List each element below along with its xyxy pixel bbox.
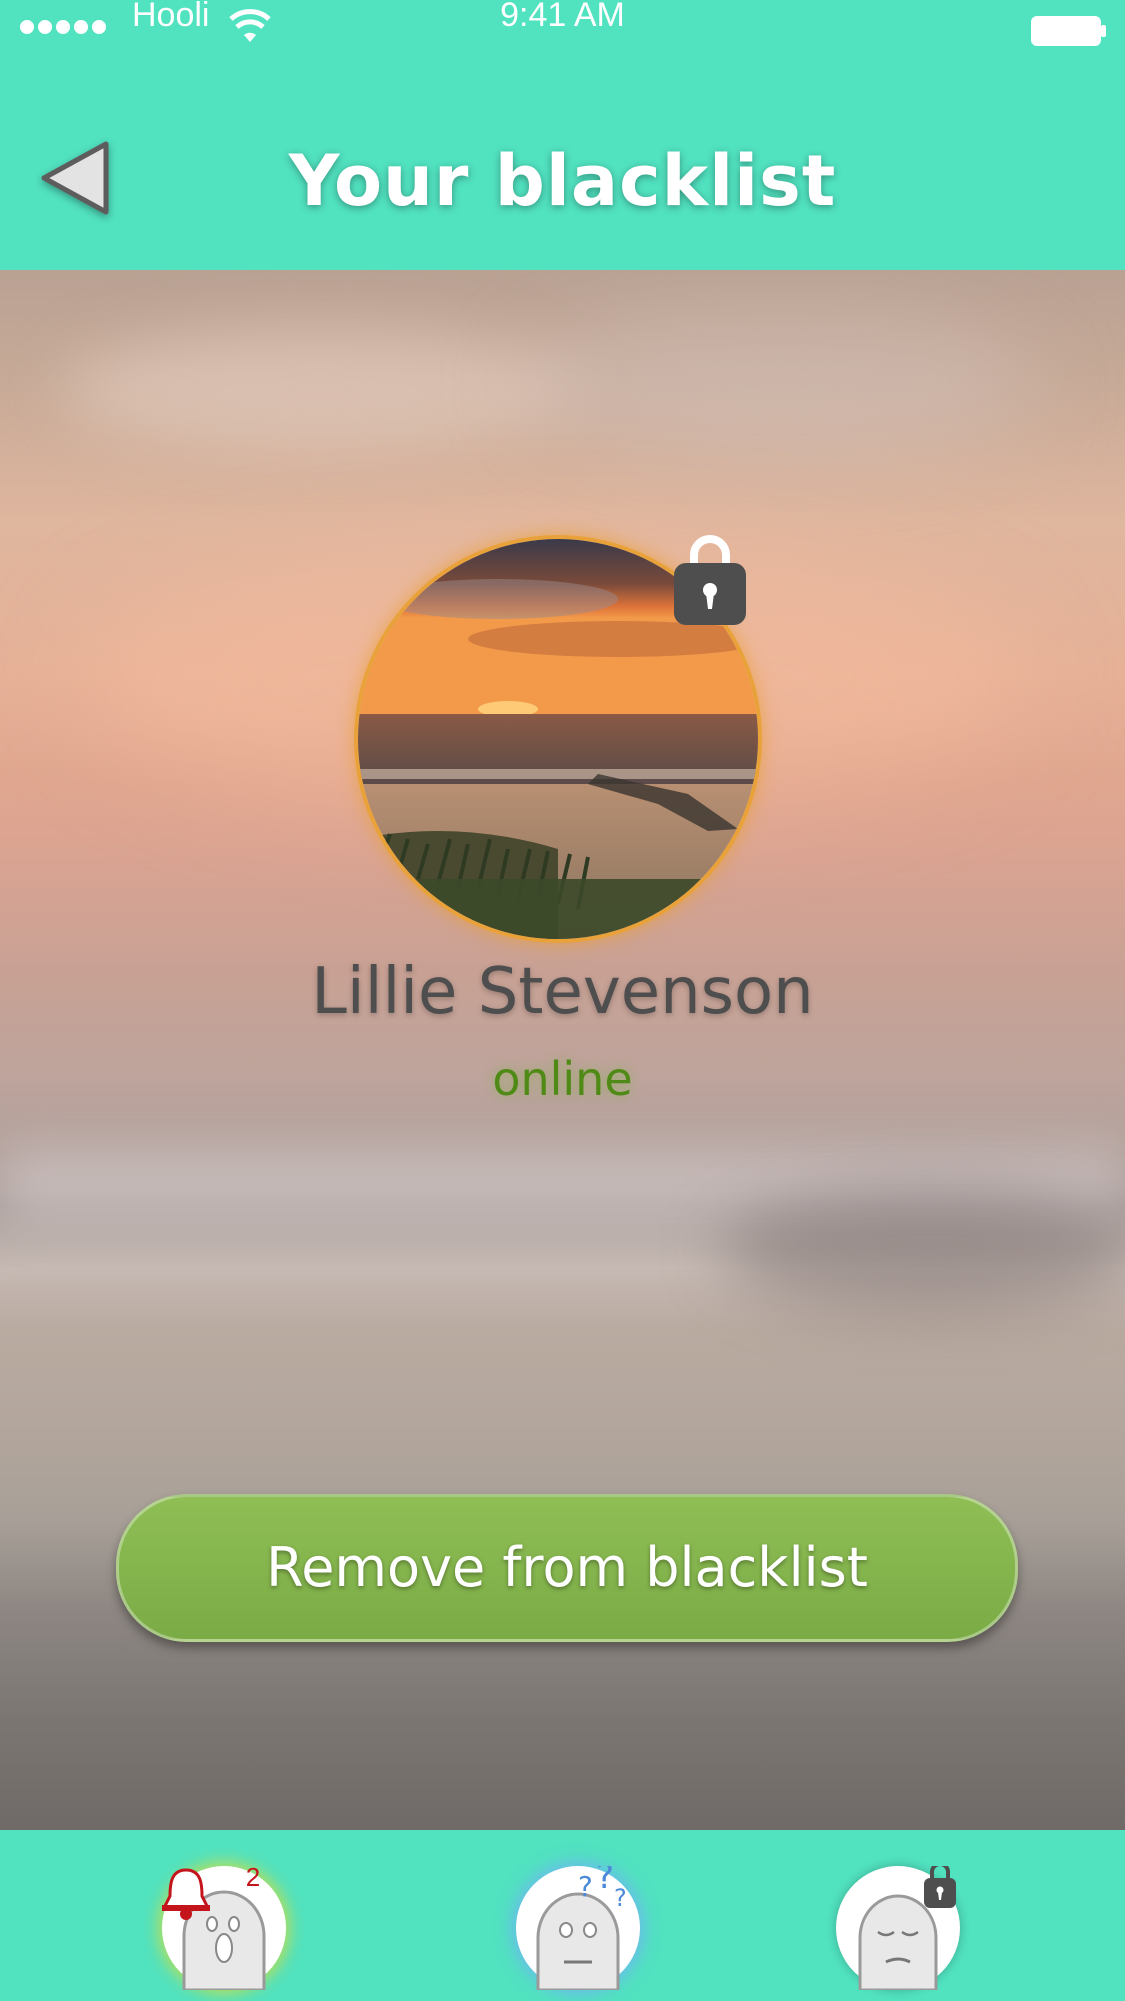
remove-from-blacklist-button[interactable]: Remove from blacklist [116,1494,1018,1642]
notification-badge-count: 2 [245,1862,261,1892]
status-bar: Hooli 9:41 AM [0,0,1125,60]
tab-questions[interactable]: ? ? ? [516,1866,640,1990]
battery-icon [1031,16,1106,46]
ghost-question-icon: ? ? ? [536,1866,627,1990]
online-status: online [492,1052,633,1106]
bell-badge-icon [162,1868,210,1920]
profile-name: Lillie Stevenson [311,955,814,1029]
lock-icon [674,535,746,625]
tab-blacklist[interactable] [836,1866,960,1990]
svg-text:?: ? [596,1866,614,1897]
tab-notifications[interactable]: 2 [162,1862,286,1990]
svg-text:?: ? [614,1884,627,1912]
tab-bar: 2 ? ? ? [0,1830,1125,2001]
svg-text:?: ? [578,1870,593,1903]
status-time: 9:41 AM [500,0,625,34]
page-title: Your blacklist [288,140,837,222]
navigation-header: Your blacklist [0,60,1125,270]
ghost-locked-icon [858,1866,956,1990]
profile-avatar-container [354,535,762,943]
